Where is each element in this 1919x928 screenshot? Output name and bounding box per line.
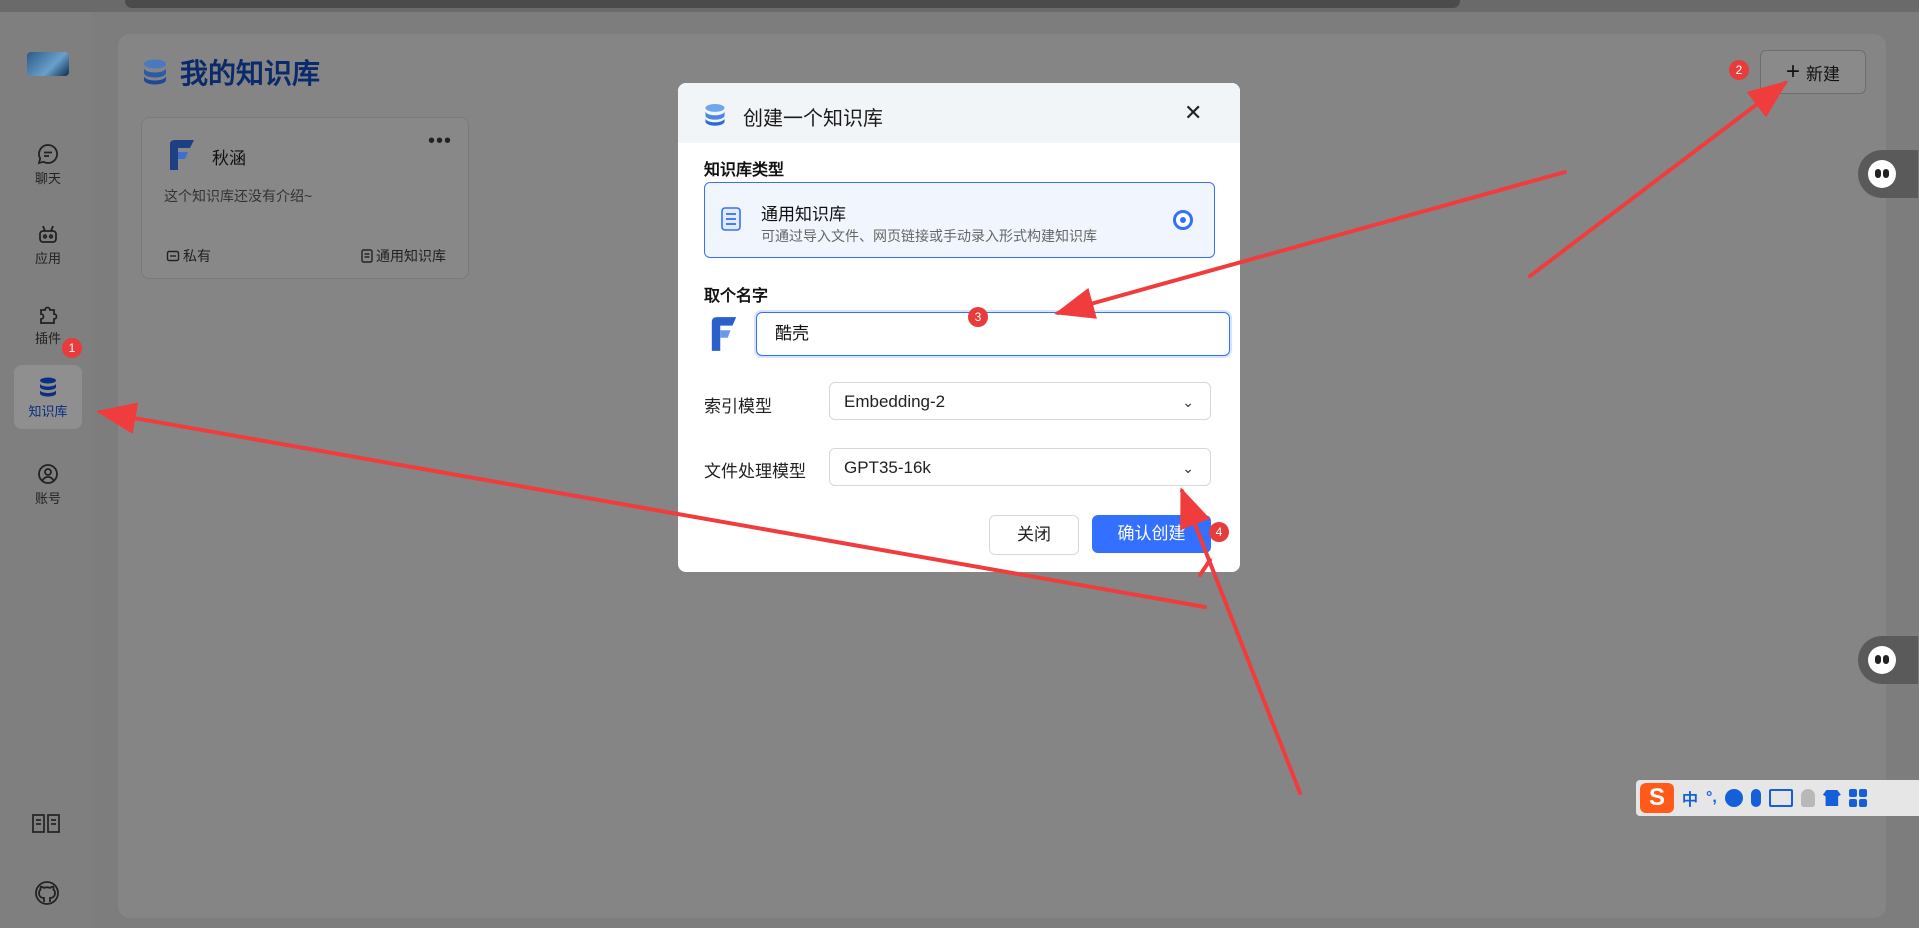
arrow-to-file-model bbox=[1180, 487, 1302, 795]
arrow-to-kb-nav bbox=[96, 402, 1207, 609]
arrow-to-name-input bbox=[1054, 170, 1567, 319]
annotation-arrows bbox=[96, 80, 1789, 795]
arrow-to-new-button bbox=[1528, 80, 1789, 278]
arrow-tail-confirm bbox=[1198, 558, 1212, 577]
